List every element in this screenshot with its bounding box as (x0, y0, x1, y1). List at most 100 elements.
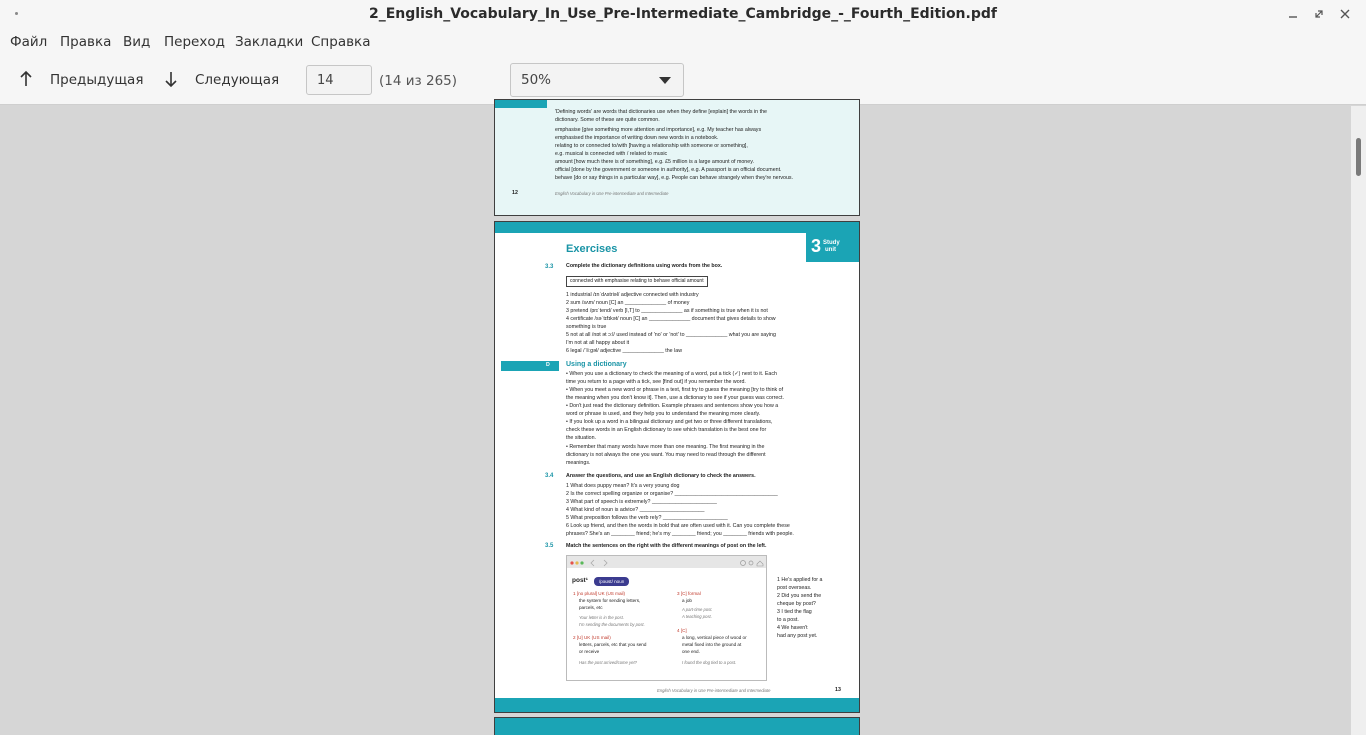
menu-file[interactable]: Файл (10, 34, 47, 50)
text-line: phrases? She's an ________ friend; he's … (566, 531, 794, 537)
section-title: Using a dictionary (566, 361, 627, 368)
arrow-down-icon[interactable] (163, 69, 179, 89)
title-bar: 2_English_Vocabulary_In_Use_Pre-Intermed… (0, 0, 1366, 30)
dict-line: one end. (682, 649, 700, 654)
dict-example: Has the post arrived/come yet? (579, 660, 637, 665)
text-line: • When you meet a new word or phrase in … (566, 387, 784, 393)
exercises-heading: Exercises (566, 243, 618, 255)
menu-go[interactable]: Переход (164, 34, 225, 50)
match-sentence: 1 He's applied for a (777, 577, 823, 583)
dictionary-entry-image: post¹ /pəʊst/ noun 1 [no plural] UK (US … (566, 555, 767, 681)
match-sentence: to a post. (777, 617, 799, 623)
text-line: 2 Is the correct spelling organize or or… (566, 491, 778, 497)
previous-page-button[interactable]: Предыдущая (50, 72, 143, 88)
match-sentence: cheque by post? (777, 601, 816, 607)
match-sentence: 4 We haven't (777, 625, 808, 631)
text-line: 3 What part of speech is extremely? ____… (566, 499, 717, 505)
unit-label: Study unit (823, 240, 840, 253)
page-number: 13 (835, 687, 841, 693)
word-box: connected with emphasise relating to beh… (566, 276, 708, 287)
text-line: relating to or connected to/with [having… (555, 143, 748, 149)
minimize-icon[interactable] (1286, 7, 1300, 21)
exercise-title: Match the sentences on the right with th… (566, 543, 767, 549)
menu-bar: Файл Правка Вид Переход Закладки Справка (0, 30, 1366, 55)
exercise-number: 3.5 (545, 543, 554, 549)
menu-help[interactable]: Справка (311, 34, 370, 50)
document-page-12[interactable]: 'Defining words' are words that dictiona… (494, 99, 860, 216)
document-page-14[interactable] (494, 717, 860, 735)
arrow-up-icon[interactable] (18, 69, 34, 89)
text-line: I'm not at all happy about it (566, 340, 630, 346)
text-line: 5 What preposition follows the verb rely… (566, 515, 728, 521)
exercise-number: 3.3 (545, 264, 554, 270)
text-line: 6 Look up friend, and then the words in … (566, 523, 790, 529)
text-line: time you return to a page with a tick, s… (566, 379, 746, 385)
dict-line: or receive (579, 649, 600, 654)
text-line: 6 legal /ˈliːgəl/ adjective ____________… (566, 348, 683, 354)
text-line: 2 sum /sʌm/ noun [C] an ______________ o… (566, 300, 690, 306)
study-unit-tab: 3 Study unit (806, 232, 859, 262)
text-line: • Don't just read the dictionary definit… (566, 403, 779, 409)
text-line: the situation. (566, 435, 597, 441)
dict-example: A teaching post. (682, 614, 712, 619)
document-page-13[interactable]: 3 Study unit Exercises 3.3 Complete the d… (494, 221, 860, 713)
text-line: • When you use a dictionary to check the… (566, 371, 777, 377)
text-line: • If you look up a word in a bilingual d… (566, 419, 773, 425)
menu-edit[interactable]: Правка (60, 34, 111, 50)
zoom-select[interactable]: 50% (510, 63, 684, 97)
zoom-value: 50% (521, 72, 552, 88)
text-line: the meaning when you don't know it]. The… (566, 395, 784, 401)
next-page-button[interactable]: Следующая (195, 72, 279, 88)
text-line: meanings. (566, 460, 591, 466)
page-footer: English Vocabulary in Use Pre-intermedia… (555, 191, 669, 196)
text-line: • Remember that many words have more tha… (566, 444, 765, 450)
text-line: 'Defining words' are words that dictiona… (555, 109, 767, 115)
browser-bar (567, 556, 766, 568)
match-sentence: 2 Did you send the (777, 593, 822, 599)
text-line: 5 not at all /nɒt ət ɔːl/ used instead o… (566, 332, 776, 338)
menu-view[interactable]: Вид (123, 34, 150, 50)
text-line: word or phrase is used, and they help yo… (566, 411, 761, 417)
exercise-title: Answer the questions, and use an English… (566, 473, 756, 479)
text-line: dictionary is not always the one you wan… (566, 452, 766, 458)
section-bar (501, 361, 559, 371)
text-line: dictionary. Some of these are quite comm… (555, 117, 660, 123)
menu-bookmarks[interactable]: Закладки (235, 34, 303, 50)
text-line: emphasised the importance of writing dow… (555, 135, 719, 141)
dict-line: a job (682, 598, 692, 603)
unit-number: 3 (811, 236, 822, 256)
text-line: 1 What does puppy mean? It's a very youn… (566, 483, 680, 489)
text-line: 4 certificate /səˈtɪfɪkət/ noun [C] an _… (566, 316, 776, 322)
text-line: 3 pretend /prɪˈtend/ verb [I,T] to _____… (566, 308, 768, 314)
toolbar: Предыдущая Следующая (14 из 265) 50% (0, 55, 1366, 105)
dict-line: parcels, etc (579, 605, 603, 610)
dict-pronunciation: /pəʊst/ noun (594, 577, 630, 586)
window-title: 2_English_Vocabulary_In_Use_Pre-Intermed… (369, 6, 997, 22)
dict-example: I found the dog tied to a post. (682, 660, 737, 665)
scrollbar-thumb[interactable] (1356, 138, 1361, 176)
exercise-title: Complete the dictionary definitions usin… (566, 263, 723, 269)
text-line: something is true (566, 324, 607, 330)
text-line: official [done by the government or some… (555, 167, 782, 173)
section-letter: D (546, 362, 550, 368)
page-count: (14 из 265) (379, 73, 458, 89)
text-line: emphasise [give something more attention… (555, 127, 762, 133)
page-footer: English Vocabulary in Use Pre-intermedia… (657, 688, 771, 693)
chevron-down-icon (659, 77, 671, 84)
text-line: amount [how much there is of something],… (555, 159, 754, 165)
match-sentence: 3 I tied the flag (777, 609, 812, 615)
page-header-bar (495, 100, 547, 108)
page-bottom-stripe (495, 698, 859, 712)
match-sentence: had any post yet. (777, 633, 818, 639)
dict-example: I'm sending the documents by post. (579, 622, 645, 627)
maximize-icon[interactable] (1312, 7, 1326, 21)
text-line: 4 What kind of noun is advice? _________… (566, 507, 705, 513)
close-icon[interactable] (1338, 7, 1352, 21)
text-line: check these words in an English dictiona… (566, 427, 767, 433)
text-line: e.g. musical is connected with / related… (555, 151, 668, 157)
text-line: behave [do or say things in a particular… (555, 175, 794, 181)
vertical-scrollbar[interactable] (1350, 106, 1366, 735)
page-number: 12 (512, 190, 518, 196)
page-number-input[interactable] (306, 65, 372, 95)
match-sentence: post overseas. (777, 585, 812, 591)
